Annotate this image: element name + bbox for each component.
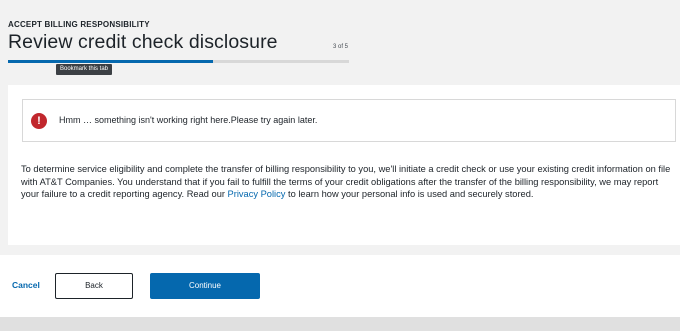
page-title: Review credit check disclosure bbox=[8, 31, 278, 53]
credit-check-disclosure: To determine service eligibility and com… bbox=[21, 163, 671, 201]
error-icon: ! bbox=[31, 113, 47, 129]
step-counter: 3 of 5 bbox=[333, 44, 349, 50]
privacy-policy-link[interactable]: Privacy Policy bbox=[228, 189, 286, 199]
disclosure-text-end: to learn how your personal info is used … bbox=[285, 189, 534, 200]
back-button[interactable]: Back bbox=[55, 273, 133, 299]
disclosure-card: ! Hmm … something isn't working right he… bbox=[8, 85, 680, 245]
page-bottom-strip bbox=[0, 317, 680, 331]
bookmark-tooltip: Bookmark this tab bbox=[56, 64, 113, 75]
progress-bar bbox=[8, 60, 349, 63]
error-message: Hmm … something isn't working right here… bbox=[59, 115, 318, 125]
cancel-link[interactable]: Cancel bbox=[12, 280, 40, 290]
page-header: ACCEPT BILLING RESPONSIBILITY Review cre… bbox=[0, 0, 680, 85]
flow-eyebrow: ACCEPT BILLING RESPONSIBILITY bbox=[8, 20, 150, 29]
error-alert: ! Hmm … something isn't working right he… bbox=[22, 99, 676, 142]
action-footer: Cancel Back Continue bbox=[0, 255, 680, 317]
progress-bar-fill bbox=[8, 60, 213, 63]
continue-button[interactable]: Continue bbox=[150, 273, 260, 299]
